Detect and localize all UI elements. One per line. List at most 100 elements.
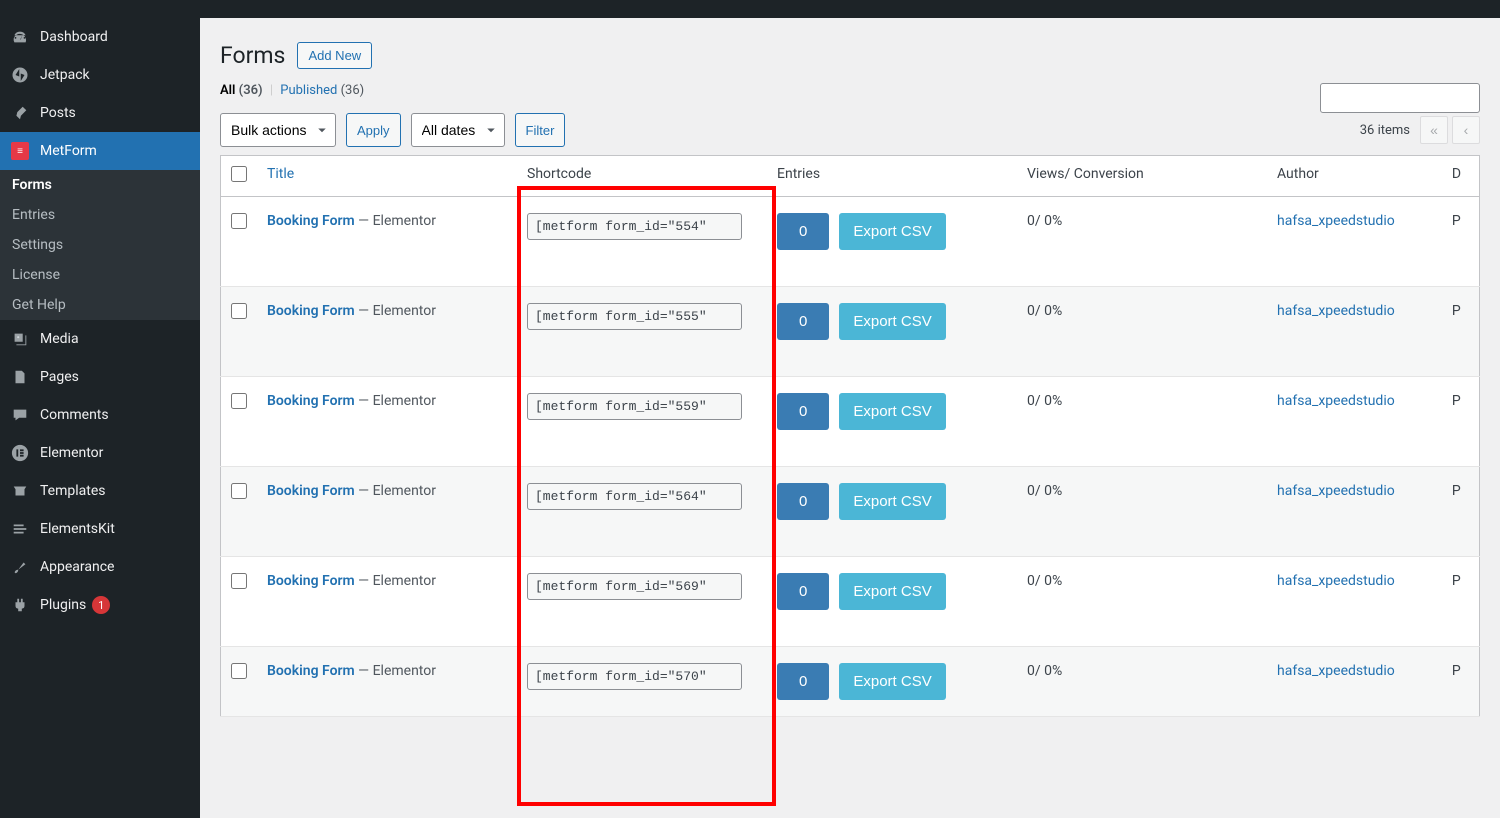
sidebar-item-pages[interactable]: Pages [0, 358, 200, 396]
th-title[interactable]: Title [257, 156, 517, 197]
shortcode-input[interactable] [527, 663, 742, 690]
export-csv-button[interactable]: Export CSV [839, 483, 945, 520]
shortcode-input[interactable] [527, 393, 742, 420]
shortcode-input[interactable] [527, 483, 742, 510]
row-checkbox[interactable] [231, 663, 247, 679]
author-link[interactable]: hafsa_xpeedstudio [1277, 573, 1395, 589]
sidebar-item-dashboard[interactable]: Dashboard [0, 18, 200, 56]
author-link[interactable]: hafsa_xpeedstudio [1277, 663, 1395, 679]
form-title-link[interactable]: Booking Form [267, 573, 355, 589]
pin-icon [10, 103, 30, 123]
sidebar-item-plugins[interactable]: Plugins1 [0, 586, 200, 624]
row-checkbox[interactable] [231, 213, 247, 229]
author-link[interactable]: hafsa_xpeedstudio [1277, 393, 1395, 409]
date-filter-select[interactable]: All dates [411, 113, 505, 147]
sidebar-sub-entries[interactable]: Entries [0, 200, 200, 230]
export-csv-button[interactable]: Export CSV [839, 393, 945, 430]
date-cell: P [1442, 557, 1480, 647]
filter-button[interactable]: Filter [515, 113, 566, 147]
sidebar-item-label: Templates [40, 483, 106, 499]
sidebar-item-elementskit[interactable]: ElementsKit [0, 510, 200, 548]
sidebar-item-label: Jetpack [40, 67, 90, 83]
sidebar-item-label: Pages [40, 369, 79, 385]
sidebar-item-posts[interactable]: Posts [0, 94, 200, 132]
form-title-suffix: — Elementor [355, 573, 436, 589]
shortcode-input[interactable] [527, 303, 742, 330]
export-csv-button[interactable]: Export CSV [839, 303, 945, 340]
add-new-button[interactable]: Add New [297, 42, 372, 69]
plugin-icon [10, 595, 30, 615]
sidebar-sub-settings[interactable]: Settings [0, 230, 200, 260]
sidebar-item-label: Comments [40, 407, 109, 423]
views-cell: 0/ 0% [1017, 467, 1267, 557]
sidebar-item-label: Media [40, 331, 79, 347]
sidebar-item-metform[interactable]: ≡ MetForm [0, 132, 200, 170]
form-title-link[interactable]: Booking Form [267, 663, 355, 679]
page-first-button[interactable]: « [1420, 116, 1448, 144]
admin-sidebar: Dashboard Jetpack Posts ≡ MetForm Forms E… [0, 18, 200, 818]
elementor-icon [10, 443, 30, 463]
entries-button[interactable]: 0 [777, 213, 829, 250]
page-prev-button[interactable]: ‹ [1452, 116, 1480, 144]
sidebar-item-label: ElementsKit [40, 521, 115, 537]
row-checkbox[interactable] [231, 483, 247, 499]
pagination: « ‹ [1420, 116, 1480, 144]
entries-button[interactable]: 0 [777, 573, 829, 610]
admin-topbar [0, 0, 1500, 18]
row-checkbox[interactable] [231, 393, 247, 409]
apply-button[interactable]: Apply [346, 113, 401, 147]
sidebar-sub-license[interactable]: License [0, 260, 200, 290]
table-row: Booking Form — Elementor 0 Export CSV 0/ … [221, 467, 1480, 557]
sidebar-sub-gethelp[interactable]: Get Help [0, 290, 200, 320]
dashboard-icon [10, 27, 30, 47]
forms-table: Title Shortcode Entries Views/ Conversio… [220, 155, 1480, 717]
sidebar-item-comments[interactable]: Comments [0, 396, 200, 434]
comments-icon [10, 405, 30, 425]
form-title-link[interactable]: Booking Form [267, 303, 355, 319]
export-csv-button[interactable]: Export CSV [839, 573, 945, 610]
brush-icon [10, 557, 30, 577]
author-link[interactable]: hafsa_xpeedstudio [1277, 303, 1395, 319]
sidebar-item-appearance[interactable]: Appearance [0, 548, 200, 586]
form-title-suffix: — Elementor [355, 213, 436, 229]
row-checkbox[interactable] [231, 573, 247, 589]
status-filter: All (36) | Published (36) [220, 83, 364, 98]
sidebar-sub-forms[interactable]: Forms [0, 170, 200, 200]
shortcode-input[interactable] [527, 213, 742, 240]
date-cell: P [1442, 467, 1480, 557]
form-title-link[interactable]: Booking Form [267, 393, 355, 409]
sidebar-item-label: Posts [40, 105, 76, 121]
shortcode-input[interactable] [527, 573, 742, 600]
metform-icon: ≡ [10, 141, 30, 161]
export-csv-button[interactable]: Export CSV [839, 213, 945, 250]
entries-button[interactable]: 0 [777, 483, 829, 520]
main-content: Forms Add New All (36) | Published (36) … [200, 18, 1500, 818]
form-title-link[interactable]: Booking Form [267, 483, 355, 499]
views-cell: 0/ 0% [1017, 647, 1267, 717]
views-cell: 0/ 0% [1017, 197, 1267, 287]
search-input[interactable] [1320, 83, 1480, 113]
sidebar-item-label: MetForm [40, 143, 97, 159]
sidebar-item-jetpack[interactable]: Jetpack [0, 56, 200, 94]
author-link[interactable]: hafsa_xpeedstudio [1277, 213, 1395, 229]
date-cell: P [1442, 647, 1480, 717]
form-title-suffix: — Elementor [355, 393, 436, 409]
entries-button[interactable]: 0 [777, 303, 829, 340]
filter-published[interactable]: Published (36) [280, 83, 364, 98]
sidebar-item-templates[interactable]: Templates [0, 472, 200, 510]
form-title-suffix: — Elementor [355, 483, 436, 499]
entries-button[interactable]: 0 [777, 663, 829, 700]
form-title-link[interactable]: Booking Form [267, 213, 355, 229]
th-author: Author [1267, 156, 1442, 197]
filter-all[interactable]: All (36) [220, 83, 263, 98]
select-all-checkbox[interactable] [231, 166, 247, 182]
entries-button[interactable]: 0 [777, 393, 829, 430]
media-icon [10, 329, 30, 349]
sidebar-item-media[interactable]: Media [0, 320, 200, 358]
bulk-actions-select[interactable]: Bulk actions [220, 113, 336, 147]
export-csv-button[interactable]: Export CSV [839, 663, 945, 700]
templates-icon [10, 481, 30, 501]
sidebar-item-elementor[interactable]: Elementor [0, 434, 200, 472]
row-checkbox[interactable] [231, 303, 247, 319]
author-link[interactable]: hafsa_xpeedstudio [1277, 483, 1395, 499]
